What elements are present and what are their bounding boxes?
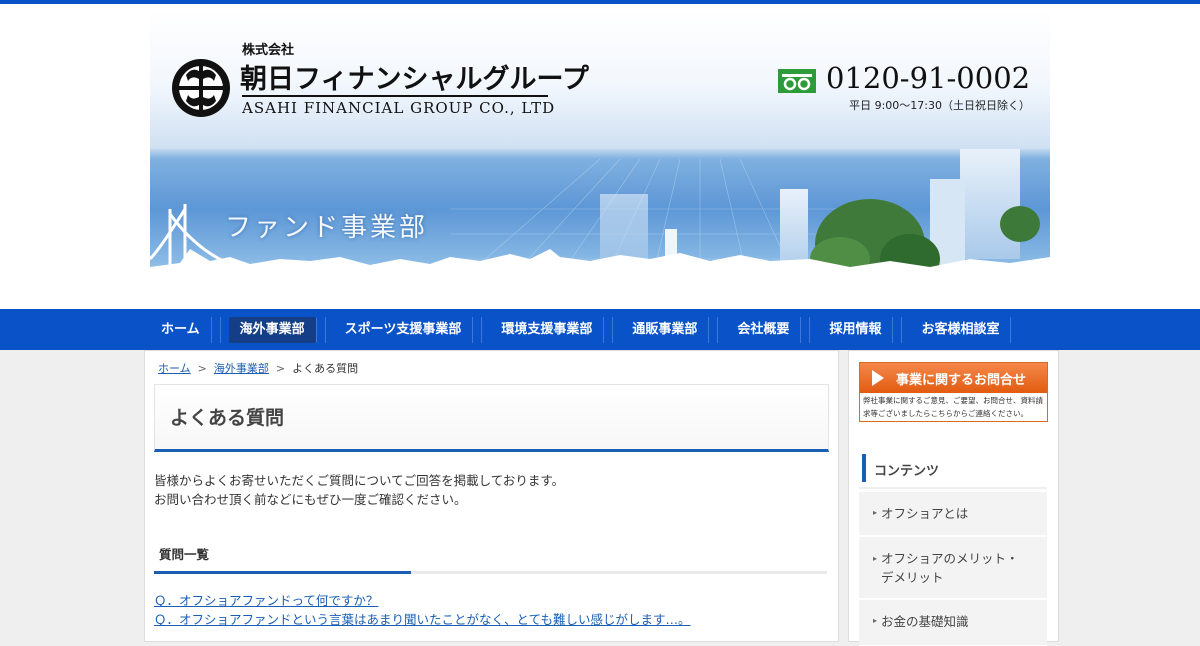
nav-item-mail-order[interactable]: 通販事業部 <box>621 316 710 343</box>
page-title-box: よくある質問 <box>154 384 829 452</box>
sidebar-item-label: オフショアとは <box>881 506 969 521</box>
bullet-arrow-icon: ▸ <box>873 616 878 625</box>
sidebar-item-label-line: オフショアのメリット・ <box>881 551 1019 566</box>
breadcrumb-section-link[interactable]: 海外事業部 <box>214 362 269 375</box>
contact-banner-button[interactable]: 事業に関するお問合せ 弊社事業に関するご意見、ご要望、お問合せ、資料請求等ござい… <box>859 362 1048 422</box>
breadcrumb: ホーム > 海外事業部 > よくある質問 <box>158 360 358 376</box>
contents-divider <box>859 487 1047 489</box>
nav-separator <box>481 316 483 343</box>
company-logo-icon[interactable] <box>170 57 232 119</box>
nav-separator <box>717 316 719 343</box>
nav-item-environment[interactable]: 環境支援事業部 <box>490 316 605 343</box>
contents-heading-text: コンテンツ <box>874 464 940 479</box>
play-arrow-icon <box>872 370 884 386</box>
freedial-icon <box>778 69 816 93</box>
nav-separator <box>219 316 221 343</box>
main-content: ホーム > 海外事業部 > よくある質問 よくある質問 皆様からよくお寄せいただくご質問… <box>144 350 839 642</box>
sidebar: 事業に関するお問合せ 弊社事業に関するご意見、ご要望、お問合せ、資料請求等ござい… <box>848 350 1059 646</box>
sidebar-item-offshore[interactable]: ▸ オフショアとは <box>859 492 1047 536</box>
company-name-underline <box>242 95 548 97</box>
question-list-heading: 質問一覧 <box>154 541 827 574</box>
nav-item-company[interactable]: 会社概要 <box>726 316 802 343</box>
nav-separator <box>612 316 614 343</box>
nav-item-home[interactable]: ホーム <box>150 316 212 343</box>
question-link[interactable]: Ｑ．オフショアファンドという言葉はあまり聞いたことがなく、とても難しい感じがしま… <box>154 609 691 628</box>
question-link[interactable]: Ｑ．オフショアファンドって何ですか？ <box>154 590 378 609</box>
header-banner: 株式会社 朝日フィナンシャルグループ ASAHI FINANCIAL GROUP… <box>150 9 1050 290</box>
sidebar-item-label-line: デメリット <box>881 570 944 585</box>
breadcrumb-separator: > <box>275 362 286 375</box>
intro-line: 皆様からよくお寄せいただくご質問についてご回答を掲載しております。 <box>154 473 565 488</box>
main-navigation: ホーム 海外事業部 スポーツ支援事業部 環境支援事業部 通販事業部 会社概要 採… <box>0 309 1200 350</box>
nav-item-recruit[interactable]: 採用情報 <box>818 316 894 343</box>
sidebar-item-money-basics[interactable]: ▸ お金の基礎知識 <box>859 600 1047 646</box>
contact-banner-note: 弊社事業に関するご意見、ご要望、お問合せ、資料請求等ございましたらこちらからご連… <box>863 396 1043 418</box>
sidebar-item-label: オフショアのメリット・ デメリット <box>881 549 1019 587</box>
nav-item-sports[interactable]: スポーツ支援事業部 <box>334 316 474 343</box>
breadcrumb-home-link[interactable]: ホーム <box>158 362 191 375</box>
bullet-arrow-icon: ▸ <box>873 508 878 517</box>
nav-separator <box>901 316 903 343</box>
breadcrumb-current: よくある質問 <box>292 362 359 375</box>
sidebar-item-merits[interactable]: ▸ オフショアのメリット・ デメリット <box>859 537 1047 599</box>
breadcrumb-separator: > <box>197 362 207 375</box>
company-name-en: ASAHI FINANCIAL GROUP CO., LTD <box>242 99 556 117</box>
page-title: よくある質問 <box>170 407 285 429</box>
heading-accent-bar <box>154 571 411 574</box>
nav-separator <box>324 316 326 343</box>
contents-heading: コンテンツ <box>862 454 1051 482</box>
department-title: ファンド事業部 <box>225 213 429 243</box>
sidebar-item-label: お金の基礎知識 <box>881 614 969 629</box>
nav-item-overseas[interactable]: 海外事業部 <box>228 316 317 343</box>
intro-text: 皆様からよくお寄せいただくご質問についてご回答を掲載しております。 お問い合わせ… <box>154 471 564 509</box>
nav-item-support[interactable]: お客様相談室 <box>910 316 1012 343</box>
business-hours: 平日 9:00〜17:30（土日祝日除く） <box>849 99 1030 112</box>
company-name-jp[interactable]: 朝日フィナンシャルグループ <box>240 57 589 96</box>
intro-line: お問い合わせ頂く前などにもぜひ一度ご確認ください。 <box>154 492 467 507</box>
bullet-arrow-icon: ▸ <box>873 554 878 563</box>
contact-banner-label: 事業に関するお問合せ <box>896 373 1027 388</box>
question-list-heading-text: 質問一覧 <box>159 547 210 562</box>
nav-separator <box>809 316 811 343</box>
company-prefix: 株式会社 <box>242 43 295 58</box>
phone-number[interactable]: 0120-91-0002 <box>826 61 1030 95</box>
